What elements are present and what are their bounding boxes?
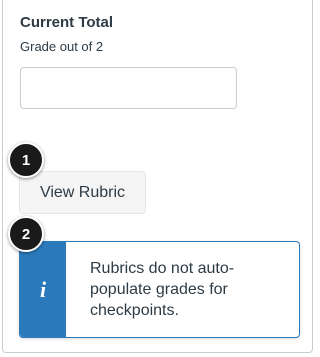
grade-out-of-label: Grade out of 2 bbox=[20, 39, 104, 54]
info-alert: i Rubrics do not auto-populate grades fo… bbox=[19, 241, 300, 338]
view-rubric-button[interactable]: View Rubric bbox=[19, 171, 146, 214]
current-total-title: Current Total bbox=[20, 14, 114, 31]
alert-message: Rubrics do not auto-populate grades for … bbox=[90, 260, 235, 319]
grade-input[interactable] bbox=[20, 67, 237, 109]
callout-badge-1: 1 bbox=[8, 142, 44, 178]
callout-badge-2: 2 bbox=[8, 216, 44, 252]
info-icon: i bbox=[20, 242, 66, 337]
grade-panel: Current Total Grade out of 2 View Rubric… bbox=[2, 0, 313, 353]
